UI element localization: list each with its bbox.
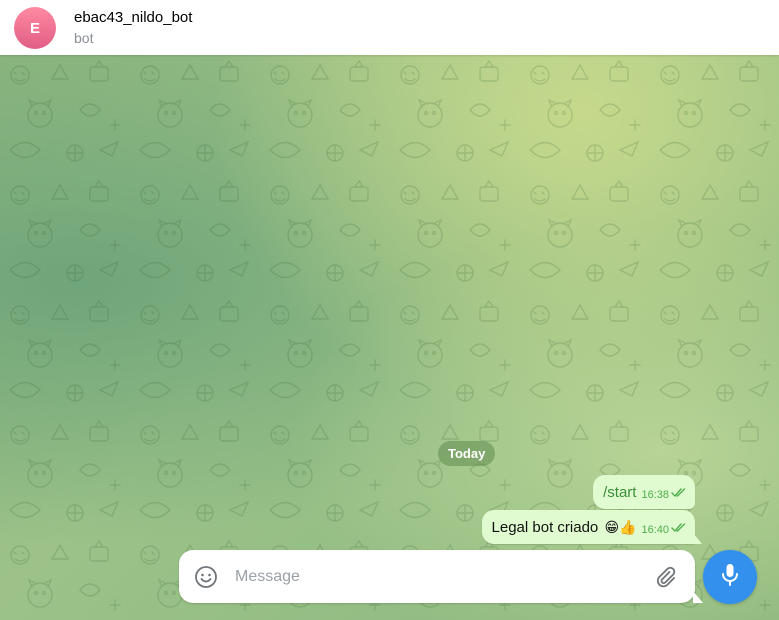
message-bubble-outgoing[interactable]: Legal bot criado 😁👍 16:40 [481, 510, 703, 544]
message-text-content: Legal bot criado [491, 519, 599, 536]
telegram-chat-window: E ebac43_nildo_bot bot Today /start 16:3… [0, 0, 779, 620]
paperclip-icon[interactable] [655, 565, 679, 589]
message-text[interactable]: /start [603, 483, 636, 503]
microphone-button[interactable] [703, 550, 757, 604]
message-bubble-outgoing[interactable]: /start 16:38 [593, 475, 695, 509]
double-check-icon [671, 488, 687, 502]
message-time: 16:38 [641, 489, 669, 501]
chat-status: bot [74, 30, 94, 46]
message-text[interactable]: Legal bot criado 😁👍 [492, 517, 637, 538]
message-input[interactable] [233, 563, 637, 591]
message-meta: 16:40 [641, 523, 687, 538]
date-label: Today [448, 446, 486, 461]
message-time: 16:40 [641, 524, 669, 536]
microphone-icon [718, 562, 742, 593]
chat-title: ebac43_nildo_bot [74, 9, 193, 26]
smile-icon[interactable] [194, 565, 218, 589]
double-check-icon [671, 523, 687, 537]
date-separator: Today [438, 441, 496, 466]
message-emoji: 😁👍 [604, 519, 637, 535]
chat-header[interactable]: E ebac43_nildo_bot bot [0, 0, 779, 55]
message-meta: 16:38 [641, 488, 687, 503]
avatar-letter: E [29, 19, 40, 37]
message-composer [179, 550, 703, 603]
avatar[interactable]: E [14, 7, 56, 49]
